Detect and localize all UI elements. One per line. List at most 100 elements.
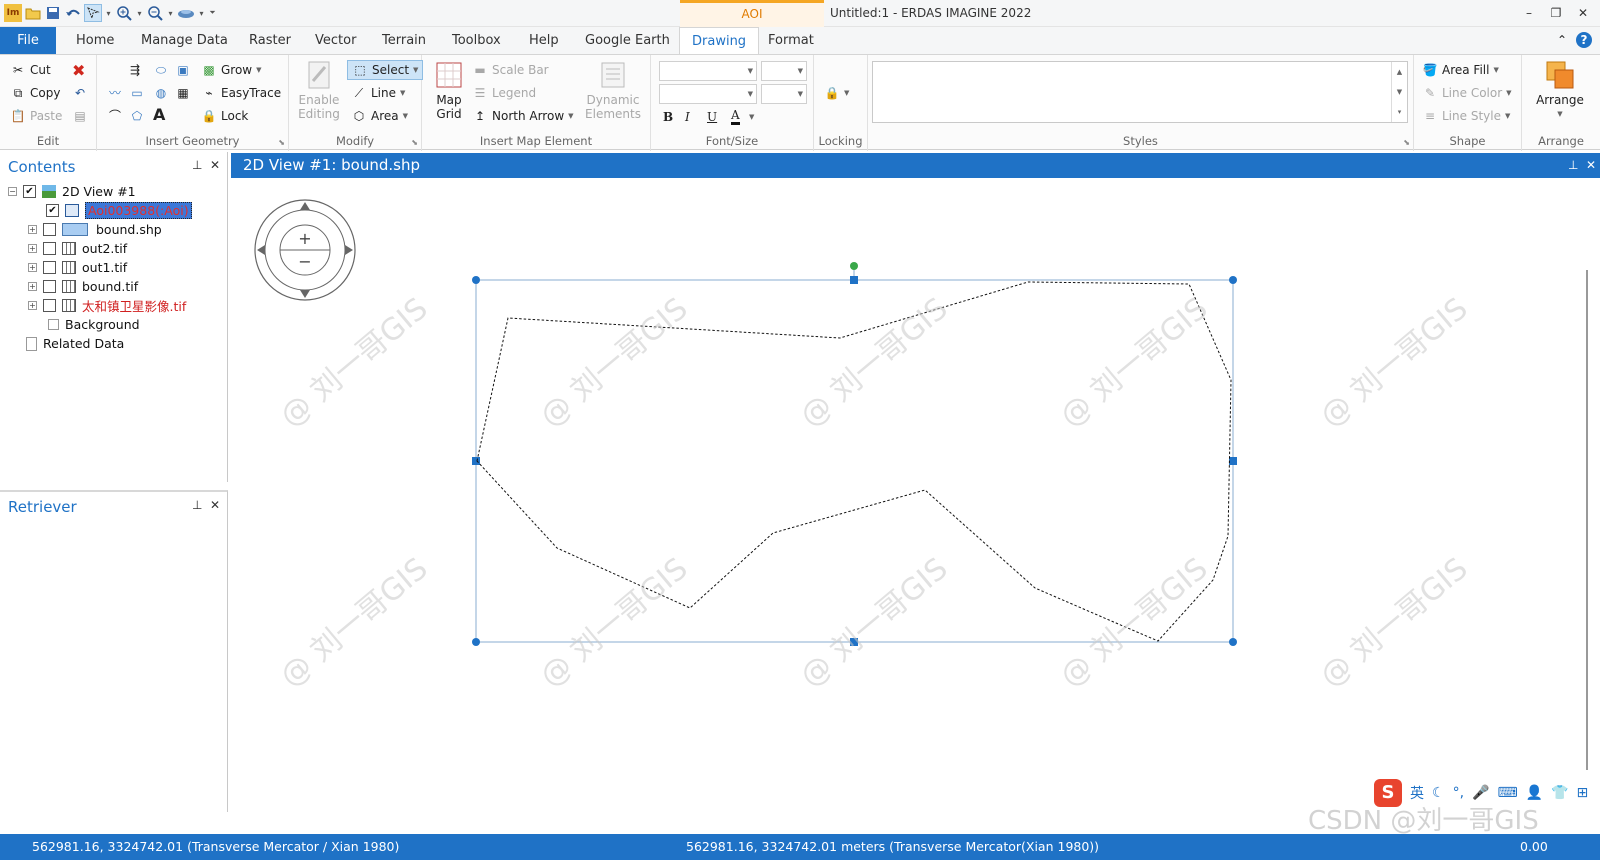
font-style-combo[interactable]: ▼ — [659, 84, 757, 104]
pin-icon[interactable]: ⊥ — [192, 498, 202, 512]
rotate-handle[interactable] — [850, 262, 858, 270]
area-fill-button[interactable]: 🪣 Area Fill ▼ — [1422, 60, 1499, 80]
open-icon[interactable] — [24, 4, 42, 22]
gallery-scroll[interactable]: ▲ ▼ ▾ — [1391, 62, 1407, 122]
resize-handles[interactable] — [472, 276, 1237, 646]
tab-help[interactable]: Help — [529, 27, 559, 54]
tab-drawing[interactable]: Drawing — [679, 27, 760, 54]
collapse-icon[interactable]: − — [8, 187, 17, 196]
image-icon[interactable]: ▣ — [175, 60, 191, 80]
checkbox[interactable] — [43, 242, 56, 255]
font-color-dropdown[interactable]: ▼ — [749, 107, 754, 127]
map-grid-button[interactable]: Map Grid — [430, 59, 468, 121]
related-data-item[interactable]: Related Data — [26, 334, 124, 353]
dialog-launcher-icon[interactable]: ⬊ — [411, 138, 418, 147]
layer-bound-shp[interactable]: + bound.shp — [28, 220, 162, 239]
line-button[interactable]: ⟋ Line ▼ — [351, 83, 406, 103]
select-icon[interactable] — [84, 4, 102, 22]
resize-handle-se[interactable] — [1229, 638, 1237, 646]
chevron-down-icon[interactable]: ▾ — [135, 4, 144, 22]
arc-icon[interactable]: ⌒ — [107, 106, 123, 126]
tab-google-earth[interactable]: Google Earth — [585, 27, 670, 54]
help-icon[interactable]: ? — [1576, 32, 1592, 48]
close-icon[interactable]: ✕ — [210, 498, 220, 512]
undo-edit-icon[interactable]: ↶ — [72, 83, 88, 103]
keyboard-icon[interactable]: ⌨ — [1497, 785, 1517, 801]
underline-button[interactable]: U — [707, 107, 717, 127]
cut-button[interactable]: ✂ Cut — [10, 60, 51, 80]
save-icon[interactable] — [44, 4, 62, 22]
chevron-down-icon[interactable]: ▾ — [166, 4, 175, 22]
tab-home[interactable]: Home — [76, 27, 114, 54]
rectangle-select-icon[interactable]: ⇶ — [127, 60, 143, 80]
polygon-icon[interactable]: ⬠ — [129, 106, 145, 126]
paste-button[interactable]: 📋 Paste — [10, 106, 63, 126]
expand-icon[interactable]: + — [28, 263, 37, 272]
arrange-button[interactable]: Arrange ▼ — [1530, 59, 1590, 121]
background-item[interactable]: Background — [48, 315, 140, 334]
chevron-down-icon[interactable]: ▾ — [197, 4, 206, 22]
map-canvas[interactable]: + − @ 刘一哥GIS @ 刘一哥GIS @ 刘一哥GIS @ 刘一哥GIS … — [231, 178, 1600, 812]
zoom-out-icon[interactable] — [146, 4, 164, 22]
font-scale-combo[interactable]: ▼ — [761, 84, 807, 104]
expand-icon[interactable]: + — [28, 225, 37, 234]
copy-button[interactable]: ⧉ Copy — [10, 83, 61, 103]
expand-icon[interactable]: + — [28, 301, 37, 310]
checkbox[interactable] — [43, 299, 56, 312]
font-size-combo[interactable]: ▼ — [761, 61, 807, 81]
tab-toolbox[interactable]: Toolbox — [452, 27, 501, 54]
zoom-out-button[interactable]: − — [298, 252, 311, 271]
chevron-down-icon[interactable]: ▾ — [104, 4, 113, 22]
dialog-launcher-icon[interactable]: ⬊ — [278, 138, 285, 147]
locking-button[interactable]: 🔒 ▼ — [824, 83, 850, 103]
zoom-in-button[interactable]: + — [298, 229, 311, 248]
tree-root[interactable]: − ✔ 2D View #1 — [8, 182, 136, 201]
app-icon[interactable]: Im — [4, 4, 22, 22]
font-name-combo[interactable]: ▼ — [659, 61, 757, 81]
undo-icon[interactable] — [64, 4, 82, 22]
navigation-control[interactable]: + − — [254, 199, 356, 301]
grid-icon[interactable]: ▦ — [175, 83, 191, 103]
resize-handle-nw[interactable] — [472, 276, 480, 284]
dynamic-elements-button[interactable]: Dynamic Elements — [582, 59, 644, 121]
bold-button[interactable]: B — [663, 107, 673, 127]
tab-raster[interactable]: Raster — [249, 27, 291, 54]
rectangle-icon[interactable]: ▭ — [129, 83, 145, 103]
resize-handle-ne[interactable] — [1229, 276, 1237, 284]
checkbox[interactable] — [43, 280, 56, 293]
aoi-polygon[interactable] — [476, 281, 1232, 642]
close-icon[interactable]: ✕ — [210, 158, 220, 172]
layer-satellite-image[interactable]: + 太和镇卫星影像.tif — [28, 296, 186, 315]
north-arrow-button[interactable]: ↥ North Arrow ▼ — [472, 106, 574, 126]
select-button[interactable]: ⬚ Select ▼ — [347, 60, 424, 80]
scale-bar-button[interactable]: ▬ Scale Bar — [472, 60, 548, 80]
user-icon[interactable]: 👤 — [1526, 785, 1543, 801]
layer-out1[interactable]: + out1.tif — [28, 258, 127, 277]
minimize-button[interactable]: – — [1518, 4, 1540, 22]
restore-button[interactable]: ❐ — [1545, 4, 1567, 22]
resize-handle-sw[interactable] — [472, 638, 480, 646]
layer-out2[interactable]: + out2.tif — [28, 239, 127, 258]
area-button[interactable]: ⬡ Area ▼ — [351, 106, 408, 126]
pin-icon[interactable]: ⊥ — [1568, 153, 1578, 178]
layer-aoi[interactable]: ✔ Aoi003988(:Aoi) — [46, 201, 192, 220]
tab-file[interactable]: File — [0, 27, 56, 54]
legend-button[interactable]: ☰ Legend — [472, 83, 536, 103]
pan-icon[interactable] — [177, 4, 195, 22]
lock-button[interactable]: 🔒 Lock — [201, 106, 249, 126]
expand-icon[interactable]: + — [28, 244, 37, 253]
resize-handle-n[interactable] — [850, 276, 858, 284]
ellipse-icon[interactable]: ⬭ — [153, 60, 169, 80]
layer-bound-tif[interactable]: + bound.tif — [28, 277, 138, 296]
customize-qat-icon[interactable]: ⏷ — [208, 4, 217, 22]
line-color-button[interactable]: ✎ Line Color ▼ — [1422, 83, 1512, 103]
checkbox[interactable]: ✔ — [46, 204, 59, 217]
easytrace-button[interactable]: ⌁ EasyTrace — [201, 83, 281, 103]
resize-handle-w[interactable] — [472, 457, 480, 465]
font-color-button[interactable]: A — [731, 107, 740, 125]
zoom-in-icon[interactable] — [115, 4, 133, 22]
close-icon[interactable]: ✕ — [1586, 153, 1596, 178]
line-style-button[interactable]: ≡ Line Style ▼ — [1422, 106, 1510, 126]
tab-vector[interactable]: Vector — [315, 27, 356, 54]
clipboard-icon[interactable]: ▤ — [72, 106, 88, 126]
